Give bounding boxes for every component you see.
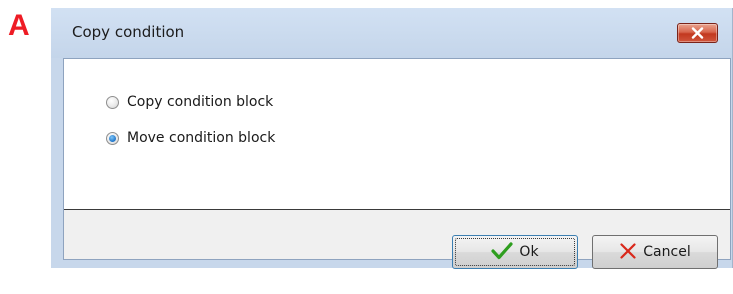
ok-button[interactable]: Ok [452, 235, 578, 269]
panel-label: A [8, 9, 30, 42]
options-panel: Copy condition block Move condition bloc… [64, 59, 730, 210]
copy-condition-block-label[interactable]: Copy condition block [127, 94, 273, 110]
cancel-button[interactable]: Cancel [592, 235, 718, 269]
ok-button-label: Ok [519, 244, 539, 260]
move-condition-block-label[interactable]: Move condition block [127, 130, 275, 146]
copy-condition-block-option[interactable]: Copy condition block [106, 92, 273, 112]
move-condition-block-radio[interactable] [106, 131, 119, 145]
move-condition-block-option[interactable]: Move condition block [106, 128, 275, 148]
copy-condition-block-radio[interactable] [106, 95, 119, 109]
cancel-button-label: Cancel [643, 244, 691, 260]
dialog-title: Copy condition [72, 23, 185, 41]
dialog-client-area: Copy condition block Move condition bloc… [63, 58, 731, 269]
checkmark-icon [491, 242, 514, 264]
close-button[interactable] [677, 23, 718, 43]
copy-condition-dialog: Copy condition Copy condition block Move… [51, 8, 733, 269]
close-icon [691, 27, 704, 39]
title-bar[interactable]: Copy condition [51, 8, 732, 58]
x-icon [619, 242, 637, 264]
